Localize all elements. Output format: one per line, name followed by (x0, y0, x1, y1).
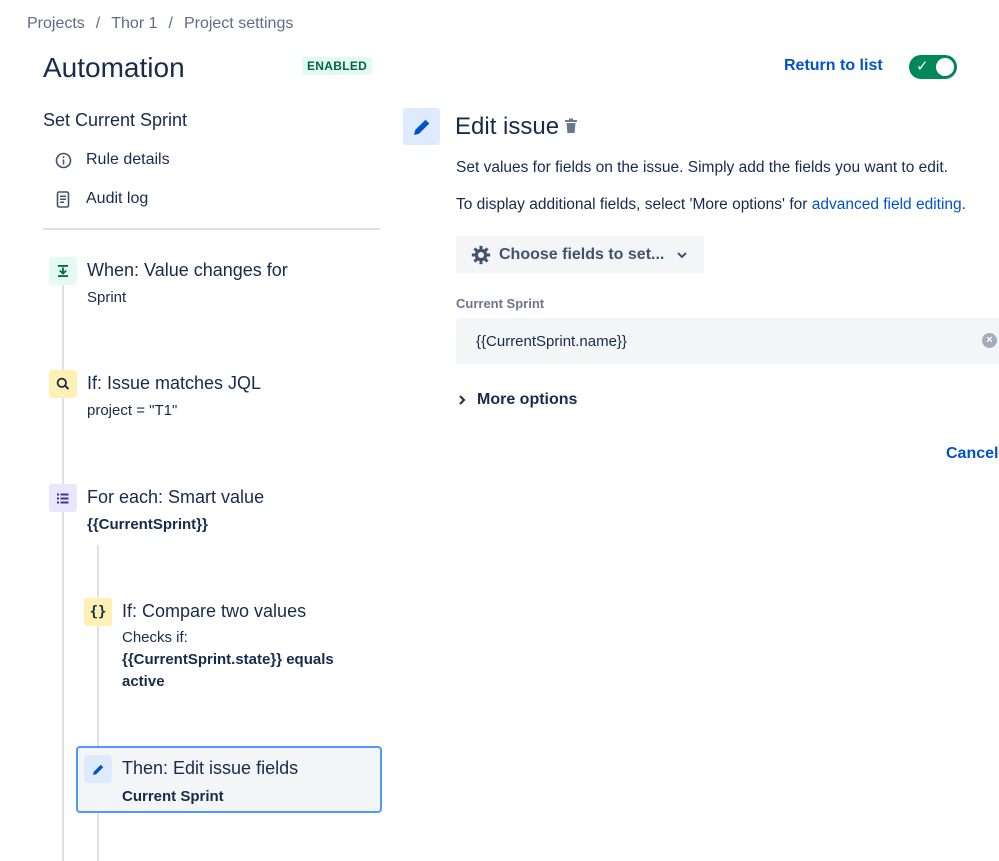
delete-icon[interactable] (564, 118, 578, 139)
panel-description: Set values for fields on the issue. Simp… (456, 159, 948, 176)
step-title: When: Value changes for (87, 260, 288, 280)
step-title: If: Compare two values (122, 601, 307, 621)
step-title: For each: Smart value (87, 487, 265, 507)
info-icon (54, 151, 72, 169)
advanced-field-editing-link[interactable]: advanced field editing (812, 196, 962, 213)
panel-description-advanced: To display additional fields, select 'Mo… (456, 196, 966, 214)
pencil-icon (84, 755, 112, 783)
more-options-label: More options (477, 391, 578, 408)
step-subtitle-value: {{CurrentSprint}} (87, 516, 208, 533)
trigger-icon (49, 257, 77, 285)
sidebar-divider (43, 228, 380, 230)
chevron-down-icon (676, 251, 688, 259)
step-title: Then: Edit issue fields (122, 758, 299, 778)
choose-fields-button[interactable]: Choose fields to set... (456, 236, 704, 273)
toggle-knob (936, 58, 954, 76)
check-icon: ✓ (916, 58, 929, 75)
step-subtitle: Current Sprint (122, 786, 224, 808)
rule-details-link[interactable]: Rule details (54, 151, 170, 169)
clear-icon[interactable]: × (982, 333, 997, 348)
step-subtitle: {{CurrentSprint}} (87, 514, 208, 536)
pencil-icon (403, 108, 440, 145)
step-subtitle-line: active (122, 673, 165, 690)
breadcrumb: Projects / Thor 1 / Project settings (27, 15, 293, 33)
audit-log-link[interactable]: Audit log (54, 190, 148, 208)
braces-icon: {} (84, 598, 112, 626)
flow-line (62, 282, 64, 861)
chevron-right-icon (458, 394, 466, 406)
document-icon (54, 190, 72, 208)
breadcrumb-separator: / (168, 15, 173, 32)
rule-enabled-toggle[interactable]: ✓ (909, 55, 957, 79)
panel-title: Edit issue (455, 113, 560, 140)
status-badge: ENABLED (302, 57, 373, 75)
rule-details-label: Rule details (86, 151, 170, 168)
rule-name: Set Current Sprint (43, 110, 188, 130)
current-sprint-field[interactable]: {{CurrentSprint.name}} (456, 318, 999, 364)
gear-icon (471, 245, 491, 265)
panel-description-suffix: . (961, 196, 966, 213)
step-subtitle: Sprint (87, 289, 127, 306)
step-subtitle-line: {{CurrentSprint.state}} equals (122, 651, 334, 668)
breadcrumb-projects[interactable]: Projects (27, 15, 85, 33)
page-title: Automation (43, 52, 185, 83)
breadcrumb-separator: / (95, 15, 101, 32)
step-subtitle-line: Checks if: (122, 629, 188, 646)
breadcrumb-project[interactable]: Thor 1 (111, 15, 157, 33)
branch-flow-line (97, 545, 99, 861)
more-options-toggle[interactable]: More options (458, 391, 577, 409)
cancel-button[interactable]: Cancel (946, 445, 998, 463)
step-subtitle: Checks if: {{CurrentSprint.state}} equal… (122, 627, 334, 693)
step-subtitle-value: Current Sprint (122, 788, 224, 805)
step-title: If: Issue matches JQL (87, 373, 262, 393)
return-to-list-link[interactable]: Return to list (784, 57, 883, 75)
search-icon (49, 370, 77, 398)
panel-description-text: To display additional fields, select 'Mo… (456, 196, 812, 213)
step-subtitle: project = "T1" (87, 402, 178, 419)
breadcrumb-project-settings[interactable]: Project settings (184, 15, 293, 33)
list-icon (49, 484, 77, 512)
choose-fields-label: Choose fields to set... (499, 245, 665, 263)
current-sprint-label: Current Sprint (456, 296, 545, 311)
audit-log-label: Audit log (86, 190, 149, 207)
